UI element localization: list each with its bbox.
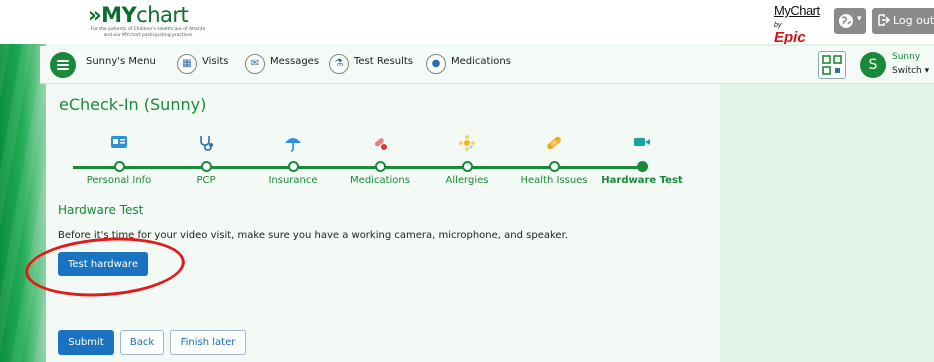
- back-button[interactable]: Back: [120, 330, 164, 355]
- step-dot: [461, 161, 473, 172]
- right-panel: [720, 44, 934, 362]
- stethoscope-icon: [161, 134, 251, 154]
- step-allergies[interactable]: Allergies: [422, 134, 512, 186]
- step-medications[interactable]: Medications: [335, 134, 425, 186]
- pills-icon: [335, 134, 425, 154]
- nav-visits[interactable]: Visits: [202, 56, 229, 67]
- section-title: Hardware Test: [58, 203, 144, 217]
- logout-button[interactable]: Log out: [872, 8, 934, 34]
- logo-prefix: »MY: [88, 3, 137, 27]
- mychart-logo[interactable]: »MYchart For the patients of Children's …: [88, 3, 238, 39]
- user-name[interactable]: Sunny: [892, 52, 920, 62]
- finish-later-button[interactable]: Finish later: [170, 330, 246, 355]
- step-dot: [200, 161, 212, 172]
- step-label: Insurance: [268, 175, 318, 186]
- step-dot: [548, 161, 560, 172]
- mychart-epic-logo: MyChart by Epic: [774, 3, 820, 45]
- step-dot: [287, 161, 299, 172]
- step-personal-info[interactable]: Personal Info: [74, 134, 164, 186]
- step-dot-current: [636, 161, 648, 172]
- pollen-icon: [422, 134, 512, 154]
- step-pcp[interactable]: PCP: [161, 134, 251, 186]
- step-dot: [113, 161, 125, 172]
- switch-user-button[interactable]: Switch ▾: [892, 66, 929, 76]
- language-button[interactable]: ▾: [834, 8, 866, 34]
- step-label: Personal Info: [86, 175, 152, 186]
- avatar[interactable]: S: [860, 52, 886, 78]
- hamburger-line: [57, 68, 69, 70]
- step-label-current: Hardware Test: [601, 175, 683, 186]
- hamburger-line: [57, 60, 69, 62]
- id-card-icon: [74, 134, 164, 154]
- page-title: eCheck-In (Sunny): [59, 95, 207, 114]
- step-label: PCP: [196, 175, 216, 186]
- step-insurance[interactable]: Insurance: [248, 134, 338, 186]
- step-label: Health Issues: [520, 175, 588, 186]
- logout-label: Log out: [893, 14, 934, 27]
- video-camera-icon: [597, 134, 687, 154]
- brand-by: by: [774, 22, 782, 29]
- logo-tagline: For the patients of Children's Healthcar…: [90, 27, 206, 38]
- globe-icon: [839, 14, 853, 28]
- app-header: »MYchart For the patients of Children's …: [0, 0, 934, 45]
- main-nav: Sunny's Menu ▦ Visits ✉ Messages ⚗ Test …: [40, 46, 934, 84]
- hamburger-line: [57, 64, 69, 66]
- menu-button[interactable]: [50, 52, 76, 78]
- qr-code-icon: [822, 55, 842, 75]
- calendar-icon[interactable]: ▦: [177, 54, 197, 74]
- nav-test-results[interactable]: Test Results: [354, 56, 413, 67]
- envelope-icon[interactable]: ✉: [245, 54, 265, 74]
- step-label: Medications: [350, 175, 410, 186]
- step-label: Allergies: [445, 175, 489, 186]
- logo-text: »MYchart: [88, 3, 238, 27]
- bandage-icon: [509, 134, 599, 154]
- nav-medications[interactable]: Medications: [451, 56, 511, 67]
- step-health-issues[interactable]: Health Issues: [509, 134, 599, 186]
- step-hardware-test[interactable]: Hardware Test: [597, 134, 687, 186]
- umbrella-icon: [248, 134, 338, 154]
- pills-icon[interactable]: ●: [426, 54, 446, 74]
- chevron-down-icon: ▾: [857, 14, 862, 24]
- step-dot: [374, 161, 386, 172]
- logout-icon: [878, 14, 891, 26]
- nav-messages[interactable]: Messages: [270, 56, 319, 67]
- main-content: eCheck-In (Sunny): [46, 84, 720, 362]
- submit-button[interactable]: Submit: [58, 330, 114, 355]
- decorative-stripe-texture: [0, 44, 46, 362]
- flask-icon[interactable]: ⚗: [329, 54, 349, 74]
- brand-word: MyChart: [774, 3, 820, 18]
- qr-code-button[interactable]: [818, 51, 846, 79]
- menu-label[interactable]: Sunny's Menu: [86, 56, 156, 67]
- logo-suffix: chart: [136, 3, 189, 27]
